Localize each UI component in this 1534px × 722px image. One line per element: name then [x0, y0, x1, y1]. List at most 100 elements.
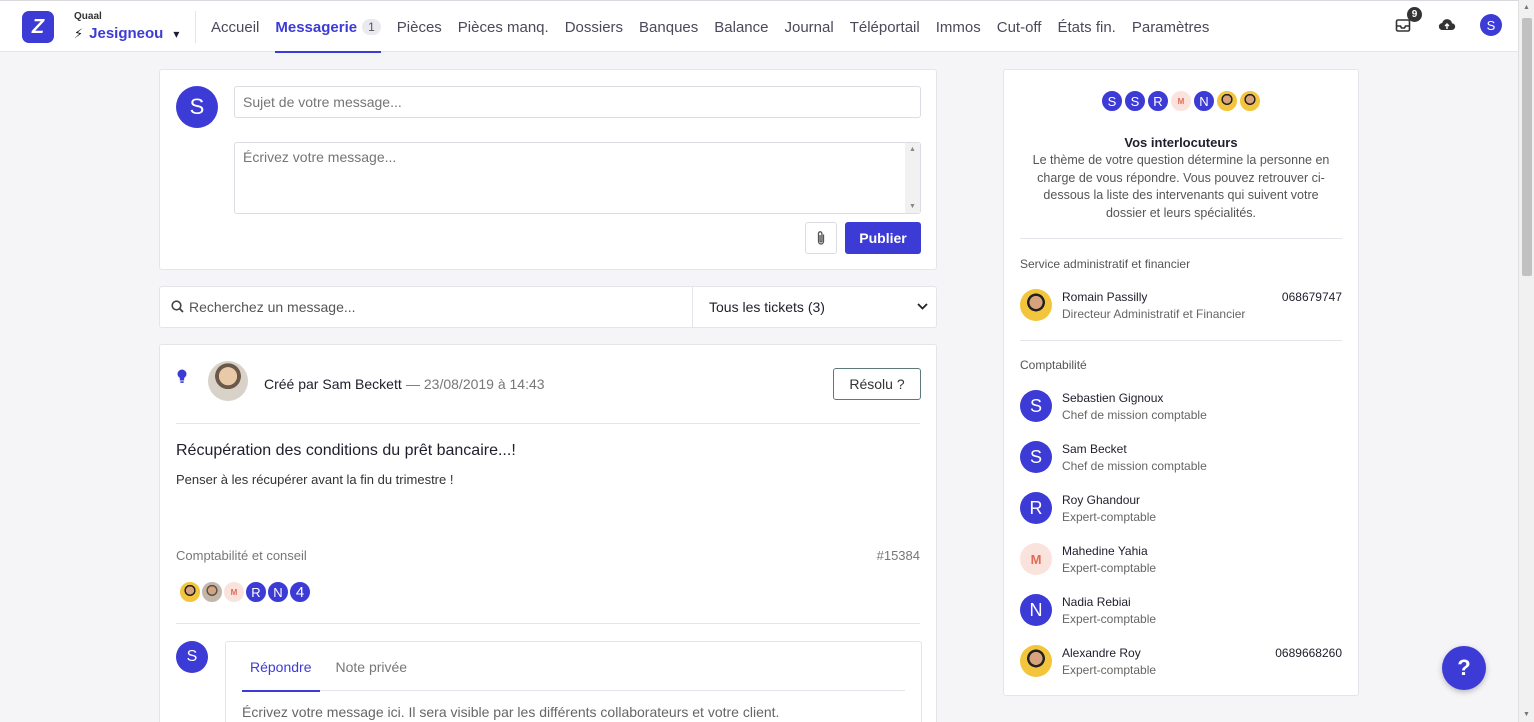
- main-nav: Accueil Messagerie 1 Pièces Pièces manq. …: [203, 1, 1217, 53]
- attachment-button[interactable]: [805, 222, 837, 254]
- messagerie-count-badge: 1: [362, 19, 381, 35]
- scroll-down-arrow-icon[interactable]: ▼: [1523, 711, 1530, 718]
- nav-label: Balance: [714, 18, 769, 36]
- nav-item-parametres[interactable]: Paramètres: [1124, 1, 1218, 53]
- contact-item[interactable]: S Sam Becket Chef de mission comptable: [1020, 441, 1342, 475]
- textarea-scrollbar[interactable]: ▲ ▼: [905, 143, 920, 213]
- company-selector[interactable]: Quaal ⚡ Jesigneou ▾: [74, 11, 179, 42]
- ticket-filter-select[interactable]: Tous les tickets (3): [709, 299, 825, 315]
- nav-divider: [195, 11, 196, 43]
- resolved-button[interactable]: Résolu ?: [833, 368, 921, 400]
- participant-avatar: M: [222, 580, 246, 604]
- chevron-down-icon: ▾: [173, 26, 180, 41]
- contacts-avatars: S S R M N: [1004, 89, 1358, 113]
- nav-item-etats-fin[interactable]: États fin.: [1049, 1, 1123, 53]
- nav-item-pieces[interactable]: Pièces: [389, 1, 450, 53]
- help-button[interactable]: ?: [1442, 646, 1486, 690]
- notification-badge: 9: [1407, 7, 1422, 22]
- nav-label: Pièces manq.: [457, 18, 549, 36]
- ticket-category: Comptabilité et conseil: [176, 548, 307, 563]
- contact-avatar: S: [1020, 390, 1052, 422]
- contact-avatar: R: [1146, 89, 1170, 113]
- contact-item[interactable]: M Mahedine Yahia Expert-comptable: [1020, 543, 1342, 577]
- cloud-upload-icon[interactable]: [1436, 14, 1458, 36]
- contact-item[interactable]: Alexandre Roy Expert-comptable 068966826…: [1020, 645, 1342, 679]
- contact-role: Expert-comptable: [1062, 612, 1157, 626]
- contact-item[interactable]: N Nadia Rebiai Expert-comptable: [1020, 594, 1342, 628]
- contact-name: Alexandre Roy: [1062, 646, 1141, 660]
- contact-role: Expert-comptable: [1062, 663, 1157, 677]
- nav-item-dossiers[interactable]: Dossiers: [557, 1, 631, 53]
- page-scrollbar[interactable]: ▲ ▼: [1518, 0, 1534, 722]
- filter-divider: [692, 287, 693, 327]
- ticket-date: — 23/08/2019 à 14:43: [406, 376, 545, 392]
- nav-item-immos[interactable]: Immos: [928, 1, 989, 53]
- contacts-description: Le thème de votre question détermine la …: [1032, 153, 1330, 220]
- nav-label: Immos: [935, 18, 981, 36]
- contact-avatar: S: [1020, 441, 1052, 473]
- nav-item-teleportail[interactable]: Téléportail: [842, 1, 928, 53]
- contact-name: Roy Ghandour: [1062, 493, 1141, 507]
- compose-user-avatar: S: [176, 86, 218, 128]
- divider: [176, 423, 920, 424]
- nav-label: Paramètres: [1131, 18, 1210, 36]
- company-label: Quaal: [74, 11, 102, 22]
- contact-phone: 068679747: [1281, 290, 1342, 304]
- participant-avatar: N: [266, 580, 290, 604]
- nav-item-messagerie[interactable]: Messagerie 1: [267, 1, 388, 53]
- subject-input[interactable]: [234, 86, 921, 118]
- tab-private-note[interactable]: Note privée: [328, 642, 416, 691]
- contact-avatar: S: [1123, 89, 1147, 113]
- contact-avatar: [1215, 89, 1239, 113]
- search-input[interactable]: Recherchez un message...: [189, 299, 356, 315]
- participants-more-count[interactable]: 4: [288, 580, 312, 604]
- nav-item-cut-off[interactable]: Cut-off: [989, 1, 1050, 53]
- ticket-id: #15384: [876, 548, 920, 563]
- contact-avatar: M: [1169, 89, 1193, 113]
- app-logo[interactable]: Z: [22, 11, 54, 43]
- nav-label: Messagerie: [275, 18, 358, 36]
- reply-tabs: Répondre Note privée: [242, 642, 905, 692]
- nav-item-journal[interactable]: Journal: [776, 1, 841, 53]
- contact-avatar: [1020, 289, 1052, 321]
- chevron-down-icon[interactable]: [917, 299, 928, 313]
- contact-role: Expert-comptable: [1062, 510, 1157, 524]
- bolt-icon: ⚡: [74, 25, 84, 41]
- tab-reply[interactable]: Répondre: [242, 642, 320, 692]
- inbox-icon[interactable]: 9: [1392, 7, 1422, 36]
- contact-item[interactable]: Romain Passilly Directeur Administratif …: [1020, 289, 1342, 323]
- ticket-author: Créé par Sam Beckett: [264, 376, 402, 392]
- divider: [1020, 238, 1342, 239]
- nav-item-banques[interactable]: Banques: [631, 1, 706, 53]
- nav-item-accueil[interactable]: Accueil: [203, 1, 267, 53]
- participant-avatar: [178, 580, 202, 604]
- nav-item-balance[interactable]: Balance: [706, 1, 776, 53]
- user-avatar[interactable]: S: [1480, 14, 1502, 36]
- contact-role: Expert-comptable: [1062, 561, 1157, 575]
- contact-role: Chef de mission comptable: [1062, 459, 1207, 473]
- contact-item[interactable]: S Sebastien Gignoux Chef de mission comp…: [1020, 390, 1342, 424]
- nav-item-pieces-manquantes[interactable]: Pièces manq.: [450, 1, 557, 53]
- reply-input[interactable]: Écrivez votre message ici. Il sera visib…: [242, 704, 779, 720]
- lightbulb-icon: [177, 369, 187, 387]
- publish-button[interactable]: Publier: [845, 222, 921, 254]
- contact-avatar: R: [1020, 492, 1052, 524]
- nav-label: Dossiers: [564, 18, 624, 36]
- contact-avatar: N: [1020, 594, 1052, 626]
- scroll-down-arrow-icon[interactable]: ▼: [909, 203, 916, 210]
- contact-name: Sam Becket: [1062, 442, 1127, 456]
- nav-label: Téléportail: [849, 18, 920, 36]
- ticket-title: Récupération des conditions du prêt banc…: [176, 442, 516, 459]
- contact-item[interactable]: R Roy Ghandour Expert-comptable: [1020, 492, 1342, 526]
- top-actions: 9 S: [1392, 7, 1502, 36]
- nav-label: États fin.: [1057, 18, 1116, 36]
- contact-avatar: [1238, 89, 1262, 113]
- scroll-up-arrow-icon[interactable]: ▲: [909, 146, 916, 153]
- divider: [176, 623, 920, 624]
- top-navbar: Z Quaal ⚡ Jesigneou ▾ Accueil Messagerie…: [0, 0, 1518, 53]
- scroll-up-arrow-icon[interactable]: ▲: [1523, 4, 1530, 11]
- participant-avatar: [200, 580, 224, 604]
- company-name-dropdown[interactable]: ⚡ Jesigneou ▾: [74, 25, 179, 42]
- scroll-thumb[interactable]: [1522, 18, 1532, 276]
- message-textarea[interactable]: [234, 142, 921, 214]
